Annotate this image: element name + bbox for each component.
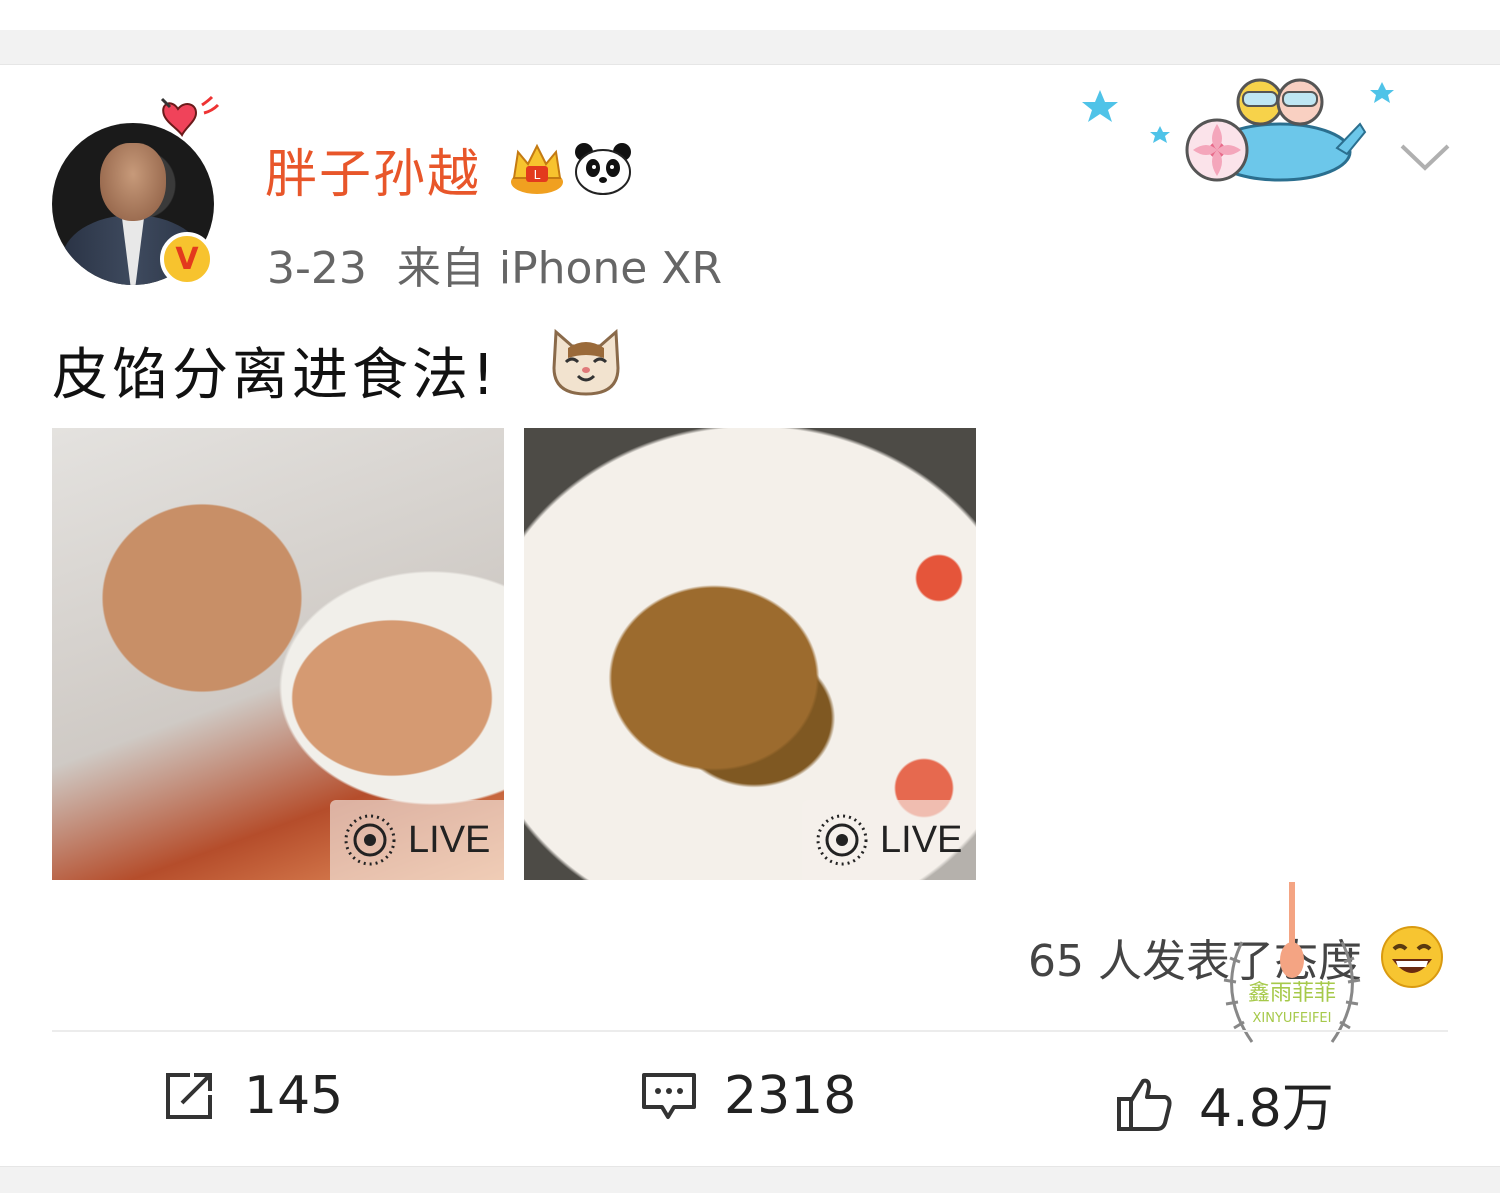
crown-icon: L — [511, 143, 563, 194]
comment-icon — [642, 1073, 696, 1119]
live-label: LIVE — [880, 818, 963, 861]
repost-count: 145 — [244, 1066, 344, 1126]
like-count: 4.8万 — [1199, 1079, 1334, 1139]
thumbs-up-icon — [1117, 1078, 1172, 1131]
comment-button[interactable]: 2318 — [640, 1066, 856, 1126]
live-photo-badge: LIVE — [802, 800, 976, 880]
live-photo-badge: LIVE — [330, 800, 504, 880]
airplane-decoration-icon — [1082, 78, 1394, 182]
post-source: 来自 iPhone XR — [396, 243, 723, 294]
svg-text:L: L — [534, 168, 541, 182]
repost-icon — [166, 1073, 212, 1119]
watermark-text-en: XINYUFEIFEI — [1253, 1011, 1332, 1026]
grinning-face-icon — [1381, 926, 1443, 988]
heart-decoration-icon — [160, 95, 220, 137]
like-button[interactable]: 4.8万 — [1115, 1066, 1334, 1141]
cat-face-emoji-icon — [552, 328, 620, 396]
feed-separator-bottom — [0, 1166, 1500, 1193]
post-meta: 3-23 来自 iPhone XR — [267, 232, 722, 296]
watermark-text-cn: 鑫雨菲菲 — [1248, 981, 1336, 1006]
post-date: 3-23 — [267, 243, 367, 294]
repost-button[interactable]: 145 — [160, 1066, 343, 1126]
live-photo-icon — [344, 814, 396, 866]
post-text: 皮馅分离进食法! — [52, 343, 499, 408]
comment-count: 2318 — [724, 1066, 857, 1126]
live-photo-icon — [816, 814, 868, 866]
live-label: LIVE — [408, 818, 491, 861]
feed-separator-top — [0, 0, 1500, 65]
weibo-post-screen: V 胖子孙越 L 3-23 来自 iPhone XR 皮馅分离进食法! LIVE… — [0, 0, 1500, 1193]
chevron-down-icon[interactable] — [1398, 136, 1452, 176]
author-name[interactable]: 胖子孙越 — [265, 132, 481, 207]
verified-badge-icon: V — [160, 232, 214, 286]
watermark-wreath: 鑫雨菲菲 XINYUFEIFEI — [1223, 882, 1361, 1043]
post-image-2[interactable]: LIVE — [524, 428, 976, 880]
post-image-1[interactable]: LIVE — [52, 428, 504, 880]
panda-icon — [575, 143, 631, 195]
avatar-face — [100, 143, 166, 221]
action-divider — [52, 1030, 1448, 1032]
